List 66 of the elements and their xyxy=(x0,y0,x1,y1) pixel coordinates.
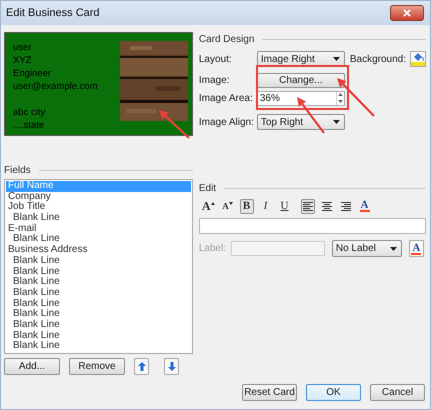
move-down-button[interactable] xyxy=(164,358,179,375)
change-button[interactable]: Change... xyxy=(256,72,345,88)
field-label: Label: xyxy=(198,243,228,254)
text-input[interactable] xyxy=(198,218,426,234)
background-button[interactable] xyxy=(410,51,426,67)
align-button[interactable] xyxy=(300,198,315,214)
image-align-dropdown[interactable]: Top Right xyxy=(256,114,345,130)
list-item[interactable]: Blank Line xyxy=(6,234,191,246)
card-text-line: user xyxy=(13,41,32,54)
list-item[interactable]: Blank Line xyxy=(6,330,191,342)
window-title: Edit Business Card xyxy=(6,7,100,19)
push-button[interactable]: Remove xyxy=(69,358,125,375)
list-item[interactable]: Business Address xyxy=(6,245,191,256)
card-text-line: ....state xyxy=(13,119,46,132)
annotation-arrow xyxy=(159,110,190,139)
list-item[interactable]: Blank Line xyxy=(6,256,191,266)
field-label: Image: xyxy=(198,74,230,86)
section-heading: Card Design xyxy=(198,34,254,44)
push-button[interactable]: Add... xyxy=(4,358,60,375)
list-item[interactable]: Blank Line xyxy=(6,277,191,288)
label-dropdown[interactable]: No Label xyxy=(332,240,402,257)
list-item[interactable]: Blank Line xyxy=(6,320,191,331)
list-item[interactable]: Blank Line xyxy=(6,298,191,310)
list-item[interactable]: E-mail xyxy=(6,224,191,234)
bold-button[interactable]: B xyxy=(240,198,254,214)
caret-icon xyxy=(390,246,397,250)
section-heading: Edit xyxy=(198,182,216,194)
card-text-line: XYZ xyxy=(13,54,32,67)
font-color-button[interactable]: A xyxy=(358,198,372,214)
caret-down-icon xyxy=(228,202,233,204)
caret-icon xyxy=(332,57,340,61)
card-text-line: user@example.com xyxy=(13,80,98,93)
annotation-arrow xyxy=(337,78,375,117)
close-button[interactable] xyxy=(390,5,424,21)
shrink-font-button[interactable]: A xyxy=(220,198,235,214)
card-text-line: Engineer xyxy=(13,67,52,80)
list-item[interactable]: Blank Line xyxy=(6,309,191,320)
list-item[interactable]: Blank Line xyxy=(6,288,191,299)
field-label: Image Area: xyxy=(198,92,254,104)
grow-font-button[interactable]: A xyxy=(200,198,216,214)
list-item[interactable]: Blank Line xyxy=(6,341,191,352)
move-up-button[interactable] xyxy=(134,358,149,375)
underline-button[interactable]: U xyxy=(278,198,292,214)
field-label: Image Align: xyxy=(198,116,255,128)
spinner-arrows-icon xyxy=(336,91,344,105)
label-color-button[interactable]: A xyxy=(408,240,424,257)
card-text-line: abc city xyxy=(13,106,46,119)
arrow-down-icon xyxy=(168,362,176,371)
field-label: Layout: xyxy=(198,54,233,64)
list-item[interactable]: Company xyxy=(6,192,191,202)
italic-button[interactable]: I xyxy=(258,198,273,214)
field-label: Background: xyxy=(350,54,406,64)
list-item[interactable]: Job Title xyxy=(6,202,191,214)
arrow-up-icon xyxy=(138,362,146,371)
paint-bucket-icon xyxy=(411,52,425,66)
push-button[interactable]: Cancel xyxy=(370,384,425,401)
close-icon xyxy=(403,9,411,17)
label-input[interactable] xyxy=(230,241,325,256)
push-button[interactable]: Reset Card xyxy=(242,384,297,401)
list-item[interactable]: Blank Line xyxy=(6,266,191,278)
image-area-spinner[interactable]: 36% xyxy=(256,90,345,106)
caret-up-icon xyxy=(210,202,215,204)
push-button[interactable]: OK xyxy=(306,384,361,401)
caret-icon xyxy=(332,120,340,124)
list-item[interactable]: Blank Line xyxy=(6,213,191,224)
section-heading: Fields xyxy=(4,164,31,176)
